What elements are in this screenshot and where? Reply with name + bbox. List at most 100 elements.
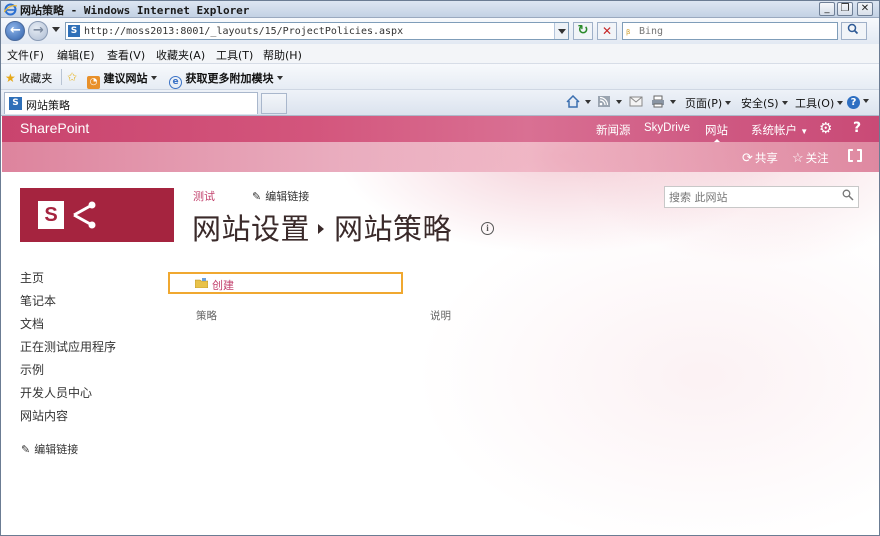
suggested-sites-label: 建议网站 bbox=[103, 72, 148, 85]
help-menu[interactable]: ? bbox=[847, 95, 869, 109]
get-more-addons-label: 获取更多附加模块 bbox=[185, 72, 274, 85]
rss-icon bbox=[598, 96, 610, 107]
add-favorite-icon[interactable]: ✩ bbox=[67, 70, 77, 84]
feeds-button[interactable] bbox=[597, 95, 622, 109]
menu-tools[interactable]: 工具(T) bbox=[216, 47, 253, 63]
nav-item-site-contents[interactable]: 网站内容 bbox=[20, 407, 68, 424]
tools-menu[interactable]: 工具(O) bbox=[795, 95, 844, 111]
close-button[interactable]: ✕ bbox=[857, 2, 873, 16]
stop-button[interactable]: ✕ bbox=[597, 22, 617, 40]
column-header-description[interactable]: 说明 bbox=[430, 308, 451, 323]
create-policy-button[interactable]: 创建 bbox=[168, 272, 403, 294]
site-search-box[interactable] bbox=[664, 186, 859, 208]
menu-bar: 文件(F) 编辑(E) 查看(V) 收藏夹(A) 工具(T) 帮助(H) bbox=[1, 44, 879, 64]
focus-on-content-icon[interactable] bbox=[848, 149, 862, 162]
menu-favorites[interactable]: 收藏夹(A) bbox=[156, 47, 205, 63]
help-icon: ? bbox=[847, 96, 860, 109]
menu-help[interactable]: 帮助(H) bbox=[263, 47, 302, 63]
printer-icon bbox=[652, 95, 664, 108]
suite-link-skydrive[interactable]: SkyDrive bbox=[644, 122, 690, 134]
help-button[interactable]: ? bbox=[853, 120, 861, 136]
safety-menu-label: 安全(S) bbox=[741, 97, 779, 110]
search-icon[interactable] bbox=[842, 189, 854, 201]
minimize-button[interactable]: _ bbox=[819, 2, 835, 16]
refresh-button[interactable]: ↻ bbox=[573, 22, 593, 40]
breadcrumb-arrow-icon bbox=[318, 224, 325, 234]
history-dropdown-icon[interactable] bbox=[52, 27, 60, 32]
account-menu[interactable]: 系统帐户 ▼ bbox=[751, 122, 808, 138]
search-go-button[interactable] bbox=[841, 22, 867, 40]
favorites-bar: ★ 收藏夹 ✩ ◔ 建议网站 e 获取更多附加模块 bbox=[1, 64, 879, 90]
nav-item-apps-in-testing[interactable]: 正在测试应用程序 bbox=[20, 338, 116, 355]
bing-search-input[interactable] bbox=[639, 24, 829, 38]
mail-icon bbox=[629, 96, 643, 107]
breadcrumb-site-link[interactable]: 测试 bbox=[193, 188, 215, 204]
pencil-icon: ✎ bbox=[21, 443, 31, 456]
page-menu[interactable]: 页面(P) bbox=[685, 95, 732, 111]
menu-edit[interactable]: 编辑(E) bbox=[57, 47, 95, 63]
share-icon: ⟳ bbox=[742, 150, 753, 165]
account-name: 系统帐户 bbox=[751, 125, 797, 137]
print-button[interactable] bbox=[651, 95, 676, 109]
tab-site-policies[interactable]: S 网站策略 bbox=[4, 92, 258, 114]
chevron-down-icon bbox=[150, 76, 157, 80]
site-logo[interactable]: S bbox=[20, 188, 174, 242]
new-tab-button[interactable] bbox=[261, 93, 287, 114]
get-more-addons-button[interactable]: e 获取更多附加模块 bbox=[169, 70, 283, 89]
forward-button[interactable]: → bbox=[28, 21, 48, 41]
follow-label: 关注 bbox=[805, 153, 829, 165]
suite-bar: SharePoint 新闻源 SkyDrive 网站 系统帐户 ▼ ⚙ ? bbox=[2, 116, 879, 143]
sharepoint-share-mark-icon bbox=[73, 201, 96, 229]
edit-links-top-button[interactable]: ✎ 编辑链接 bbox=[252, 188, 309, 204]
menu-file[interactable]: 文件(F) bbox=[7, 47, 44, 63]
ribbon-bar: ⟳ 共享 ☆ 关注 bbox=[2, 142, 879, 172]
mail-button[interactable] bbox=[629, 95, 645, 109]
bing-icon: ᵦ bbox=[626, 24, 631, 37]
menu-view[interactable]: 查看(V) bbox=[107, 47, 145, 63]
nav-item-samples[interactable]: 示例 bbox=[20, 361, 44, 378]
tab-bar: S 网站策略 页面(P) 安全(S) 工具(O) ? bbox=[1, 90, 879, 116]
title-bar: 网站策略 - Windows Internet Explorer _ ❐ ✕ bbox=[1, 1, 879, 18]
suite-link-sites[interactable]: 网站 bbox=[705, 122, 728, 143]
page-title-parent[interactable]: 网站设置 bbox=[192, 214, 310, 246]
home-icon bbox=[566, 95, 580, 108]
star-outline-icon: ☆ bbox=[792, 150, 804, 165]
suggested-sites-icon: ◔ bbox=[87, 76, 100, 89]
site-search-input[interactable] bbox=[669, 190, 834, 204]
url-field[interactable]: S bbox=[65, 22, 569, 40]
url-input[interactable] bbox=[84, 24, 554, 38]
nav-item-documents[interactable]: 文档 bbox=[20, 315, 44, 332]
edit-links-label: 编辑链接 bbox=[265, 190, 310, 203]
settings-gear-icon[interactable]: ⚙ bbox=[819, 119, 832, 137]
sharepoint-brand[interactable]: SharePoint bbox=[20, 120, 89, 136]
browser-window: 网站策略 - Windows Internet Explorer _ ❐ ✕ ←… bbox=[0, 0, 880, 536]
column-header-policy[interactable]: 策略 bbox=[196, 308, 217, 323]
ie-addons-icon: e bbox=[169, 76, 182, 89]
edit-links-label: 编辑链接 bbox=[34, 443, 79, 456]
safety-menu[interactable]: 安全(S) bbox=[741, 95, 788, 111]
edit-links-quicklaunch-button[interactable]: ✎ 编辑链接 bbox=[21, 441, 78, 457]
chevron-down-icon bbox=[837, 101, 844, 105]
url-dropdown-icon[interactable] bbox=[554, 23, 568, 39]
pencil-icon: ✎ bbox=[252, 190, 262, 203]
address-toolbar: ← → S ↻ ✕ ᵦ bbox=[1, 18, 879, 44]
back-button[interactable]: ← bbox=[5, 21, 25, 41]
separator bbox=[61, 69, 62, 85]
nav-item-developer-center[interactable]: 开发人员中心 bbox=[20, 384, 92, 401]
share-button[interactable]: ⟳ 共享 bbox=[742, 150, 778, 166]
nav-item-notebook[interactable]: 笔记本 bbox=[20, 292, 56, 309]
suggested-sites-button[interactable]: ◔ 建议网站 bbox=[87, 70, 157, 89]
follow-button[interactable]: ☆ 关注 bbox=[792, 150, 829, 166]
chevron-down-icon bbox=[725, 101, 732, 105]
magnifier-icon bbox=[847, 23, 859, 35]
favorites-button[interactable]: ★ 收藏夹 bbox=[5, 70, 52, 86]
home-button[interactable] bbox=[566, 95, 591, 109]
info-icon[interactable]: i bbox=[481, 222, 494, 235]
chevron-down-icon bbox=[276, 76, 283, 80]
suite-link-newsfeed[interactable]: 新闻源 bbox=[596, 122, 631, 138]
restore-button[interactable]: ❐ bbox=[837, 2, 853, 16]
chevron-down-icon bbox=[781, 101, 788, 105]
nav-item-home[interactable]: 主页 bbox=[20, 269, 44, 286]
bing-search-field[interactable]: ᵦ bbox=[622, 22, 838, 40]
tools-menu-label: 工具(O) bbox=[795, 97, 835, 110]
